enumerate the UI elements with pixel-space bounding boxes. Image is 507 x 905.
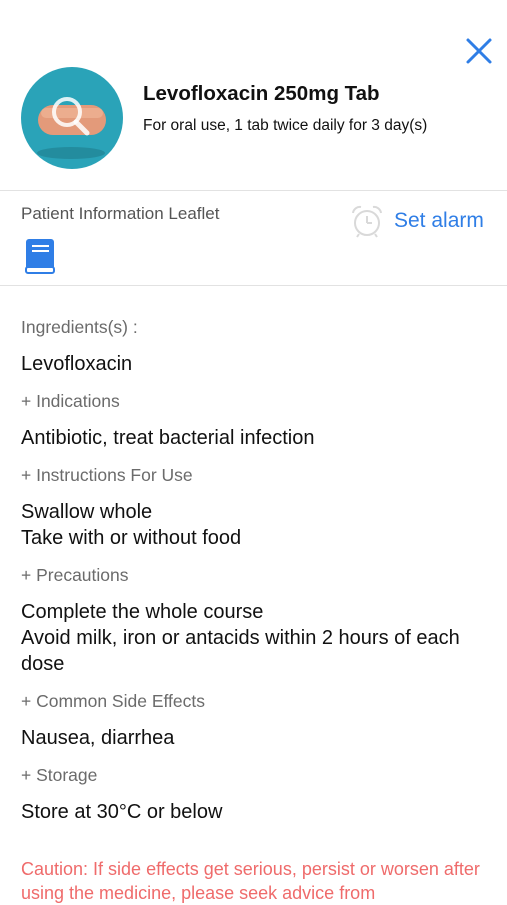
side-effects-toggle[interactable]: + Common Side Effects	[21, 690, 491, 712]
storage-value: Store at 30°C or below	[21, 801, 223, 823]
close-icon[interactable]	[464, 36, 494, 66]
set-alarm-button[interactable]: Set alarm	[350, 204, 484, 238]
medicine-name: Levofloxacin 250mg Tab	[143, 82, 380, 105]
leaflet-label: Patient Information Leaflet	[21, 204, 220, 223]
ingredients-label: Ingredients(s) :	[21, 317, 138, 337]
precautions-toggle[interactable]: + Precautions	[21, 564, 491, 586]
medicine-details: Ingredients(s) : Levofloxacin + Indicati…	[21, 316, 491, 838]
side-effects-value: Nausea, diarrhea	[21, 727, 175, 749]
alarm-clock-icon	[352, 205, 382, 238]
storage-toggle[interactable]: + Storage	[21, 764, 491, 786]
ingredients-value: Levofloxacin	[21, 353, 133, 375]
book-icon[interactable]	[23, 237, 57, 277]
precautions-value: Complete the whole course Avoid milk, ir…	[21, 601, 460, 675]
divider	[0, 190, 507, 191]
instructions-toggle[interactable]: + Instructions For Use	[21, 464, 491, 486]
indications-toggle[interactable]: + Indications	[21, 390, 491, 412]
indications-value: Antibiotic, treat bacterial infection	[21, 427, 315, 449]
divider	[0, 285, 507, 286]
instructions-value: Swallow whole Take with or without food	[21, 501, 242, 549]
medicine-header: Levofloxacin 250mg Tab For oral use, 1 t…	[0, 0, 507, 190]
set-alarm-label: Set alarm	[394, 209, 484, 232]
medicine-image	[21, 67, 123, 169]
caution-text: Caution: If side effects get serious, pe…	[21, 859, 480, 903]
medicine-pill-image	[37, 97, 106, 159]
dosage-instructions: For oral use, 1 tab twice daily for 3 da…	[143, 117, 428, 134]
